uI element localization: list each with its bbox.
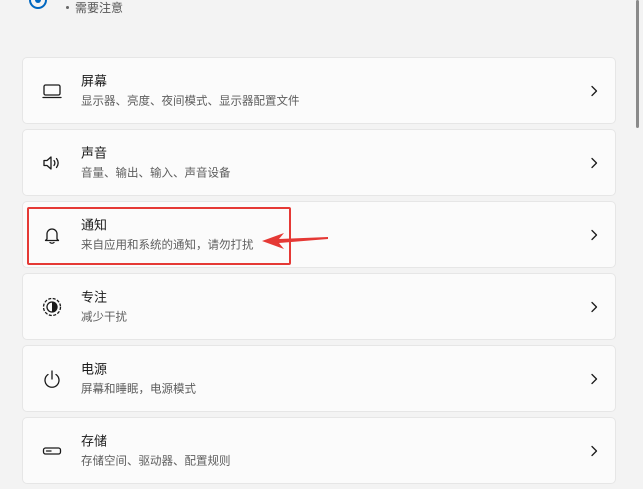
settings-item-subtitle: 减少干扰 (81, 309, 127, 323)
settings-item-subtitle: 存储空间、驱动器、配置规则 (81, 453, 231, 467)
settings-item-sound[interactable]: 声音 音量、输出、输入、声音设备 (22, 129, 616, 196)
monitor-icon (41, 80, 63, 102)
settings-item-subtitle: 来自应用和系统的通知，请勿打扰 (81, 237, 254, 251)
speaker-icon (41, 152, 63, 174)
settings-item-title: 通知 (81, 218, 108, 233)
settings-item-title: 专注 (81, 290, 108, 305)
settings-item-title: 声音 (81, 146, 108, 161)
settings-item-focus[interactable]: 专注 减少干扰 (22, 273, 616, 340)
bell-icon (41, 224, 63, 246)
settings-item-title: 屏幕 (81, 74, 108, 89)
power-icon (41, 368, 63, 390)
settings-item-subtitle: 显示器、亮度、夜间模式、显示器配置文件 (81, 93, 300, 107)
settings-item-title: 存储 (81, 434, 108, 449)
chevron-right-icon (591, 373, 598, 384)
status-attention: 需要注意 (66, 0, 124, 15)
settings-item-subtitle: 音量、输出、输入、声音设备 (81, 165, 231, 179)
status-dot-icon (66, 5, 69, 9)
settings-item-display[interactable]: 屏幕 显示器、亮度、夜间模式、显示器配置文件 (22, 57, 616, 124)
settings-item-title: 电源 (81, 362, 108, 377)
settings-item-notifications[interactable]: 通知 来自应用和系统的通知，请勿打扰 (22, 201, 616, 268)
scrollbar[interactable] (636, 0, 639, 489)
chevron-right-icon (591, 301, 598, 312)
focus-icon (41, 296, 63, 318)
settings-item-storage[interactable]: 存储 存储空间、驱动器、配置规则 (22, 417, 616, 484)
storage-icon (41, 440, 63, 462)
scrollbar-thumb[interactable] (636, 0, 639, 128)
settings-item-power[interactable]: 电源 屏幕和睡眠，电源模式 (22, 345, 616, 412)
chevron-right-icon (591, 229, 598, 240)
chevron-right-icon (591, 85, 598, 96)
sync-status-icon (29, 0, 47, 9)
settings-system-page: 需要注意 屏幕 显示器、亮度、夜间模式、显示器配置文件 声音 音量、输出、输入、… (0, 0, 643, 489)
settings-list: 屏幕 显示器、亮度、夜间模式、显示器配置文件 声音 音量、输出、输入、声音设备 (22, 57, 616, 489)
chevron-right-icon (591, 445, 598, 456)
chevron-right-icon (591, 157, 598, 168)
settings-item-subtitle: 屏幕和睡眠，电源模式 (81, 381, 196, 395)
status-text: 需要注意 (75, 0, 124, 15)
